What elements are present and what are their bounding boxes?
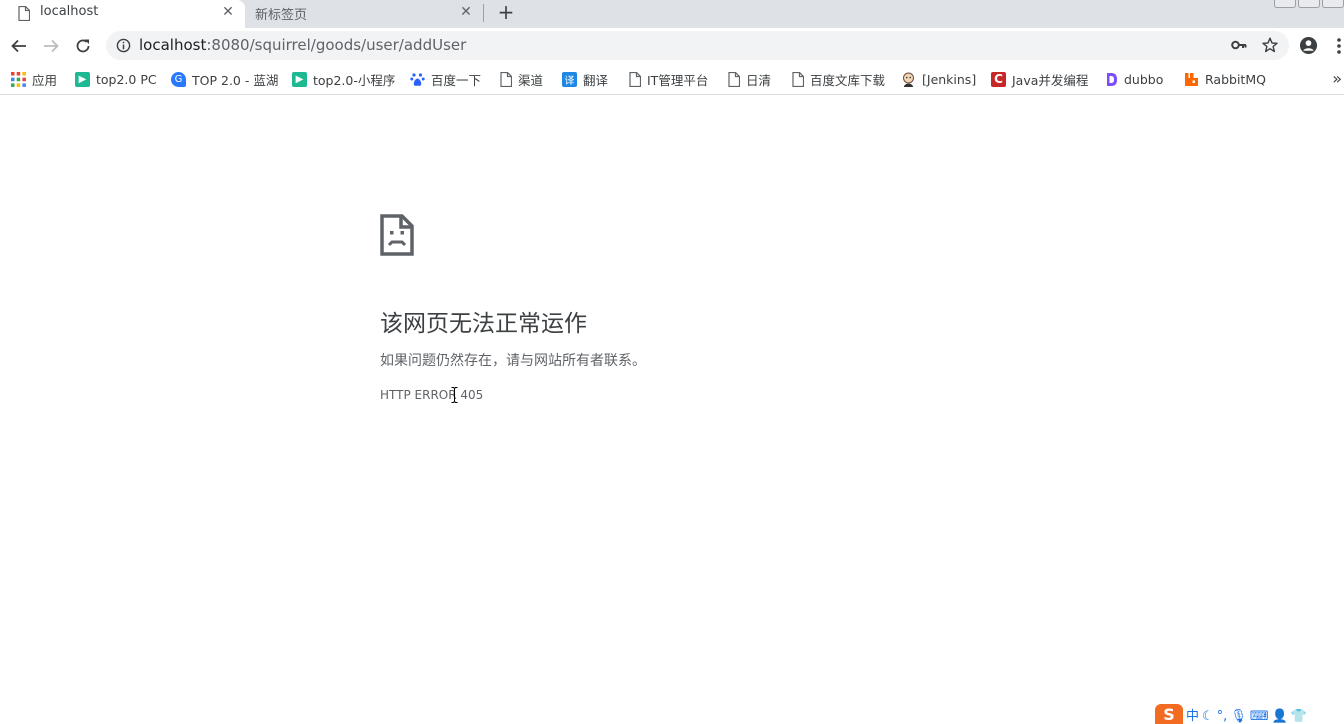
ime-toolbar: S 中 ☾ °, 🎙 ⌨ 👤 👕	[1155, 704, 1344, 724]
green-play-icon: ▶	[292, 71, 307, 87]
jenkins-icon	[903, 72, 914, 87]
bookmark-jenkins[interactable]: [Jenkins]	[901, 70, 976, 88]
sad-page-icon	[380, 214, 414, 256]
bookmark-java-concurrency[interactable]: C Java并发编程	[991, 70, 1088, 88]
url-host: localhost	[139, 36, 207, 54]
minimize-button[interactable]	[1274, 0, 1296, 8]
more-bookmarks-button[interactable]: »	[1332, 69, 1342, 88]
bookmark-label: IT管理平台	[647, 72, 709, 88]
info-icon[interactable]	[116, 38, 131, 53]
error-code: HTTP ERROR 405	[380, 388, 484, 402]
rabbitmq-icon	[1185, 72, 1198, 86]
url-path: :8080/squirrel/goods/user/addUser	[206, 36, 467, 54]
close-tab-icon[interactable]: ✕	[459, 5, 473, 19]
bookmark-label: 百度一下	[431, 72, 482, 88]
bookmark-label: Java并发编程	[1012, 72, 1089, 88]
skin-icon[interactable]: 👕	[1291, 710, 1307, 724]
tab-title: 新标签页	[255, 8, 308, 23]
csdn-icon: C	[991, 71, 1006, 87]
maximize-button[interactable]	[1298, 0, 1320, 8]
more-menu-icon[interactable]	[1336, 37, 1342, 55]
bookmark-label: 应用	[32, 72, 58, 88]
bookmark-top2-pc[interactable]: ▶ top2.0 PC	[75, 70, 157, 88]
reload-icon	[76, 39, 90, 53]
bookmarks-bar: 应用 ▶ top2.0 PC G TOP 2.0 - 蓝湖 ▶ top2.0-小…	[0, 64, 1344, 95]
tab-new-tab[interactable]: 新标签页 ✕	[245, 0, 483, 28]
bookmark-translate[interactable]: 译 翻译	[562, 70, 608, 88]
error-heading: 该网页无法正常运作	[380, 311, 587, 337]
toolbar: localhost:8080/squirrel/goods/user/addUs…	[0, 28, 1344, 64]
punctuation-icon[interactable]: °,	[1217, 710, 1228, 724]
tab-separator	[483, 4, 484, 22]
bookmark-top2-miniapp[interactable]: ▶ top2.0-小程序	[292, 70, 395, 88]
dubbo-icon	[1107, 72, 1117, 86]
bookmark-label: 渠道	[518, 72, 544, 88]
bookmark-apps[interactable]: 应用	[11, 70, 57, 88]
translate-icon: 译	[562, 71, 577, 87]
close-window-button[interactable]	[1322, 0, 1344, 8]
arrow-left-icon	[11, 39, 26, 53]
page-icon	[18, 6, 30, 21]
reload-button[interactable]	[71, 34, 95, 58]
bookmark-label: [Jenkins]	[922, 71, 977, 87]
profile-avatar-icon[interactable]	[1299, 36, 1318, 55]
bookmark-label: top2.0-小程序	[313, 72, 396, 88]
new-tab-button[interactable]: +	[495, 1, 517, 23]
arrow-right-icon	[44, 39, 59, 53]
back-button[interactable]	[7, 34, 31, 58]
star-icon[interactable]	[1262, 37, 1278, 53]
bookmark-lanhu[interactable]: G TOP 2.0 - 蓝湖	[171, 70, 278, 88]
page-icon	[500, 71, 512, 87]
tab-localhost[interactable]: localhost ✕	[0, 0, 245, 28]
baidu-paw-icon	[410, 72, 425, 86]
url-text[interactable]: localhost:8080/squirrel/goods/user/addUs…	[139, 36, 466, 54]
tab-strip: localhost ✕ 新标签页 ✕ +	[0, 0, 1344, 28]
sogou-ime-icon[interactable]: S	[1155, 704, 1183, 724]
bookmark-label: 日清	[746, 72, 772, 88]
page-icon	[792, 71, 804, 87]
bookmark-qudao[interactable]: 渠道	[500, 70, 543, 88]
bookmark-riqing[interactable]: 日清	[728, 70, 771, 88]
apps-grid-icon	[11, 71, 26, 87]
ime-mode-label[interactable]: 中	[1186, 710, 1199, 724]
key-icon[interactable]	[1231, 38, 1247, 52]
bookmark-it-platform[interactable]: IT管理平台	[629, 70, 708, 88]
forward-button[interactable]	[39, 34, 63, 58]
bookmark-label: RabbitMQ	[1205, 71, 1266, 87]
window-controls	[1274, 0, 1344, 8]
text-cursor-icon	[451, 387, 458, 403]
bookmark-baidu[interactable]: 百度一下	[410, 70, 481, 88]
tab-title: localhost	[40, 4, 99, 19]
page-icon	[629, 71, 641, 87]
bookmark-label: top2.0 PC	[96, 71, 157, 87]
bookmark-label: 翻译	[583, 72, 609, 88]
moon-icon[interactable]: ☾	[1202, 710, 1214, 724]
keyboard-icon[interactable]: ⌨	[1250, 710, 1269, 724]
bookmark-dubbo[interactable]: dubbo	[1105, 70, 1163, 88]
microphone-icon[interactable]: 🎙	[1230, 710, 1247, 724]
bookmark-label: 百度文库下载	[810, 72, 886, 88]
close-tab-icon[interactable]: ✕	[221, 5, 235, 19]
bookmark-label: TOP 2.0 - 蓝湖	[192, 72, 279, 88]
bookmark-label: dubbo	[1124, 71, 1164, 87]
page-icon	[728, 71, 740, 87]
lanhu-icon: G	[171, 71, 186, 87]
user-icon[interactable]: 👤	[1272, 710, 1288, 724]
bookmark-rabbitmq[interactable]: RabbitMQ	[1184, 70, 1266, 88]
green-play-icon: ▶	[75, 71, 90, 87]
bookmark-wenku[interactable]: 百度文库下载	[792, 70, 885, 88]
address-bar[interactable]: localhost:8080/squirrel/goods/user/addUs…	[106, 31, 1289, 60]
error-message: 如果问题仍然存在，请与网站所有者联系。	[380, 353, 646, 369]
